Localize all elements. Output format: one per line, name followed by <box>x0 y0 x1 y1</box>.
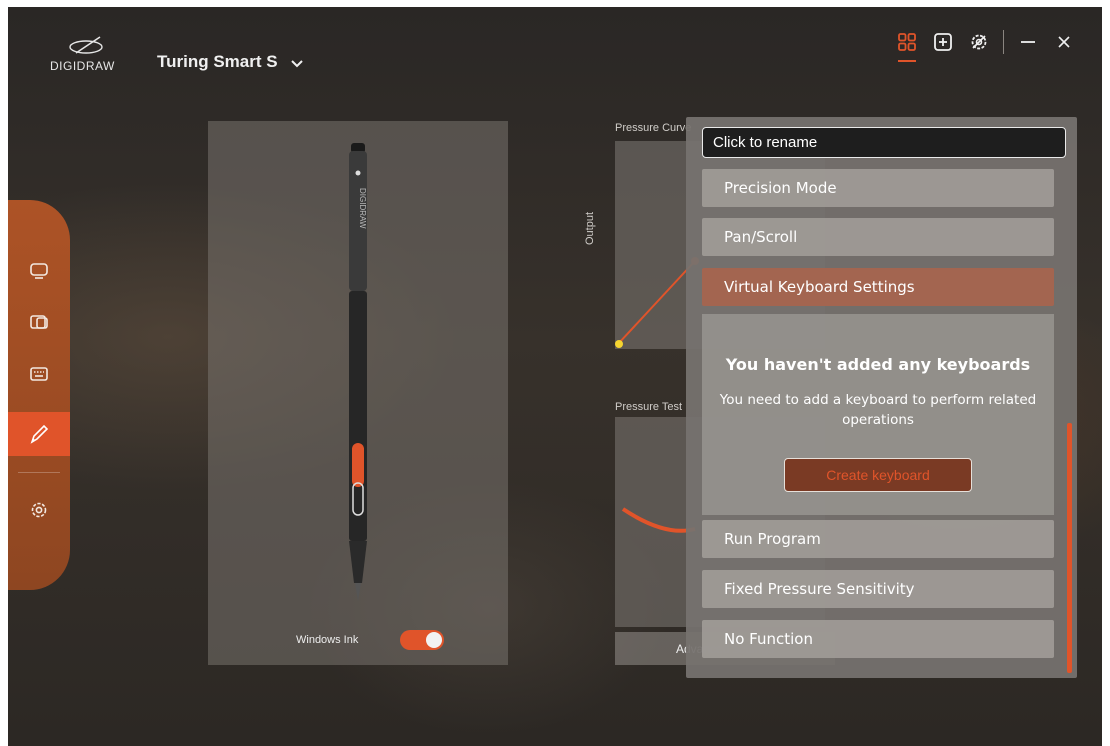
option-pan-scroll[interactable]: Pan/Scroll <box>702 218 1054 256</box>
function-dropdown: Click to rename Precision Mode Pan/Scrol… <box>686 117 1077 678</box>
gear-icon <box>31 502 47 518</box>
minimize-icon[interactable] <box>1010 24 1046 60</box>
monitor-icon <box>30 263 48 279</box>
settings-badge-icon[interactable] <box>961 24 997 60</box>
device-selector[interactable]: Turing Smart S <box>157 52 278 72</box>
option-precision-mode[interactable]: Precision Mode <box>702 169 1054 207</box>
dropdown-scrollbar[interactable] <box>1067 423 1072 673</box>
option-run-program[interactable]: Run Program <box>702 520 1054 558</box>
tablet-icon <box>30 315 48 329</box>
close-icon[interactable] <box>1046 24 1082 60</box>
output-axis-label: Output <box>584 211 596 245</box>
option-no-function[interactable]: No Function <box>702 620 1054 658</box>
toolbar-divider <box>1003 30 1004 54</box>
sidebar-item-pen[interactable] <box>8 412 70 456</box>
sidebar-divider <box>18 472 60 473</box>
keyboard-icon <box>30 367 48 381</box>
add-icon[interactable] <box>925 24 961 60</box>
rename-field[interactable]: Click to rename <box>702 127 1066 158</box>
sidebar-item-keys[interactable] <box>8 352 70 396</box>
grid-icon[interactable] <box>889 24 925 62</box>
option-virtual-keyboard[interactable]: Virtual Keyboard Settings <box>702 268 1054 306</box>
windows-ink-toggle[interactable] <box>400 630 444 650</box>
sidebar-item-settings[interactable] <box>8 488 70 532</box>
digidraw-logo: DIGIDRAW <box>50 35 130 75</box>
empty-title: You haven't added any keyboards <box>725 355 1031 374</box>
app-window: DIGIDRAW Turing Smart S DIGIDRAW Windows… <box>8 7 1102 746</box>
create-keyboard-button[interactable]: Create keyboard <box>784 458 972 492</box>
chevron-down-icon[interactable] <box>290 57 304 71</box>
pen-illustration: DIGIDRAW <box>349 143 367 601</box>
pressure-curve-title: Pressure Curve <box>615 122 692 134</box>
pressure-test-title: Pressure Test <box>615 401 683 413</box>
sidebar-item-display[interactable] <box>8 249 70 293</box>
left-sidebar <box>8 200 70 590</box>
pen-icon <box>30 424 49 444</box>
pen-brand-text: DIGIDRAW <box>358 188 367 229</box>
window-toolbar <box>889 24 1082 62</box>
option-fixed-pressure[interactable]: Fixed Pressure Sensitivity <box>702 570 1054 608</box>
pen-panel: DIGIDRAW Windows Ink <box>208 121 508 665</box>
logo-text: DIGIDRAW <box>50 59 115 73</box>
sidebar-item-tablet[interactable] <box>8 300 70 344</box>
toggle-knob <box>426 632 442 648</box>
windows-ink-label: Windows Ink <box>296 634 359 646</box>
keyboard-empty-state: You haven't added any keyboards You need… <box>702 314 1054 515</box>
empty-description: You need to add a keyboard to perform re… <box>719 392 1037 428</box>
